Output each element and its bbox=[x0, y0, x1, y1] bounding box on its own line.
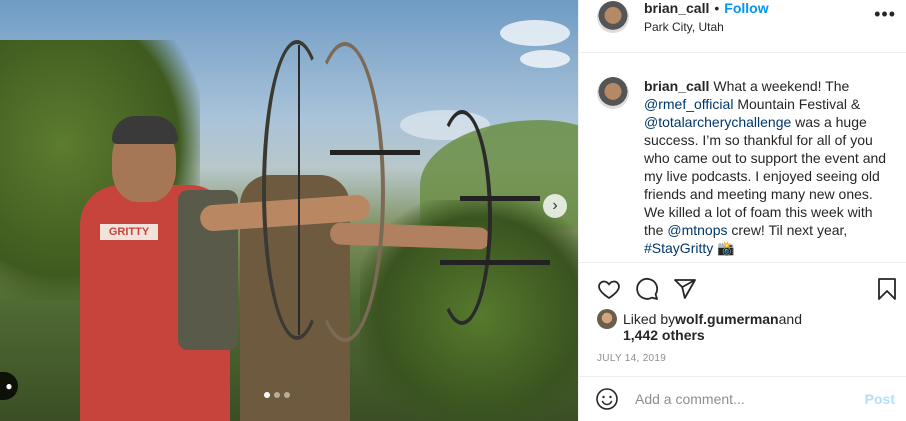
archer-cap bbox=[112, 116, 178, 144]
slide-dot bbox=[284, 392, 290, 398]
comment-input[interactable] bbox=[635, 391, 855, 407]
compound-bow bbox=[305, 42, 385, 342]
avatar[interactable] bbox=[597, 77, 629, 109]
cloud bbox=[520, 50, 570, 68]
follow-button[interactable]: Follow bbox=[724, 0, 768, 16]
slide-indicator bbox=[264, 392, 290, 398]
user-tag-icon[interactable]: ● bbox=[0, 372, 18, 400]
post-side-panel: brian_call • Follow Park City, Utah ••• br… bbox=[578, 0, 906, 421]
slide-dot-active bbox=[264, 392, 270, 398]
more-options-icon[interactable]: ••• bbox=[874, 4, 896, 25]
bow-string bbox=[298, 45, 300, 335]
next-slide-button[interactable]: › bbox=[543, 194, 567, 218]
likes-prefix: Liked by bbox=[623, 311, 676, 327]
comment-icon[interactable] bbox=[635, 277, 659, 301]
post-header: brian_call • Follow Park City, Utah ••• bbox=[579, 0, 906, 53]
caption-text-part: crew! Til next year, bbox=[727, 222, 848, 238]
caption-text-part: What a weekend! The bbox=[713, 78, 850, 94]
mention-link[interactable]: @rmef_official bbox=[644, 96, 733, 112]
avatar[interactable] bbox=[597, 1, 629, 33]
username-link[interactable]: brian_call bbox=[644, 0, 709, 16]
likes-line: Liked by wolf.gumerman and bbox=[597, 309, 802, 329]
post-date[interactable]: JULY 14, 2019 bbox=[597, 353, 666, 364]
bow-stabilizer bbox=[460, 196, 540, 201]
emoji-icon[interactable] bbox=[595, 387, 619, 411]
camera-emoji: 📸 bbox=[713, 240, 735, 256]
comment-bar: Post bbox=[579, 376, 906, 421]
header-text: brian_call • Follow Park City, Utah bbox=[644, 0, 769, 34]
share-icon[interactable] bbox=[673, 277, 697, 301]
hashtag-link[interactable]: #StayGritty bbox=[644, 240, 713, 256]
compound-bow bbox=[432, 110, 492, 325]
likes-count-link[interactable]: 1,442 others bbox=[623, 327, 705, 343]
caption-text-part: was a huge success. I’m so thankful for … bbox=[644, 114, 887, 238]
heart-icon[interactable] bbox=[597, 277, 621, 301]
liker-username-link[interactable]: wolf.gumerman bbox=[675, 311, 778, 327]
post-comment-button[interactable]: Post bbox=[865, 391, 895, 407]
bookmark-icon[interactable] bbox=[875, 277, 899, 301]
post-photo[interactable]: GRITTY › ● bbox=[0, 0, 578, 421]
cloud bbox=[500, 20, 570, 46]
bow-stabilizer bbox=[440, 260, 550, 265]
mention-link[interactable]: @totalarcherychallenge bbox=[644, 114, 791, 130]
caption: brian_call What a weekend! The @rmef_offi… bbox=[579, 53, 906, 263]
caption-text: brian_call What a weekend! The @rmef_offi… bbox=[644, 77, 892, 262]
action-bar bbox=[597, 277, 899, 301]
slide-dot bbox=[274, 392, 280, 398]
mention-link[interactable]: @mtnops bbox=[667, 222, 727, 238]
location-link[interactable]: Park City, Utah bbox=[644, 20, 769, 34]
bow-stabilizer bbox=[330, 150, 420, 155]
caption-username-link[interactable]: brian_call bbox=[644, 78, 709, 94]
shirt-text: GRITTY bbox=[100, 224, 158, 240]
header-line: brian_call • Follow bbox=[644, 0, 769, 16]
caption-text-part: Mountain Festival & bbox=[733, 96, 861, 112]
likes-and: and bbox=[778, 311, 802, 327]
liker-avatar[interactable] bbox=[597, 309, 617, 329]
separator: • bbox=[714, 0, 720, 16]
